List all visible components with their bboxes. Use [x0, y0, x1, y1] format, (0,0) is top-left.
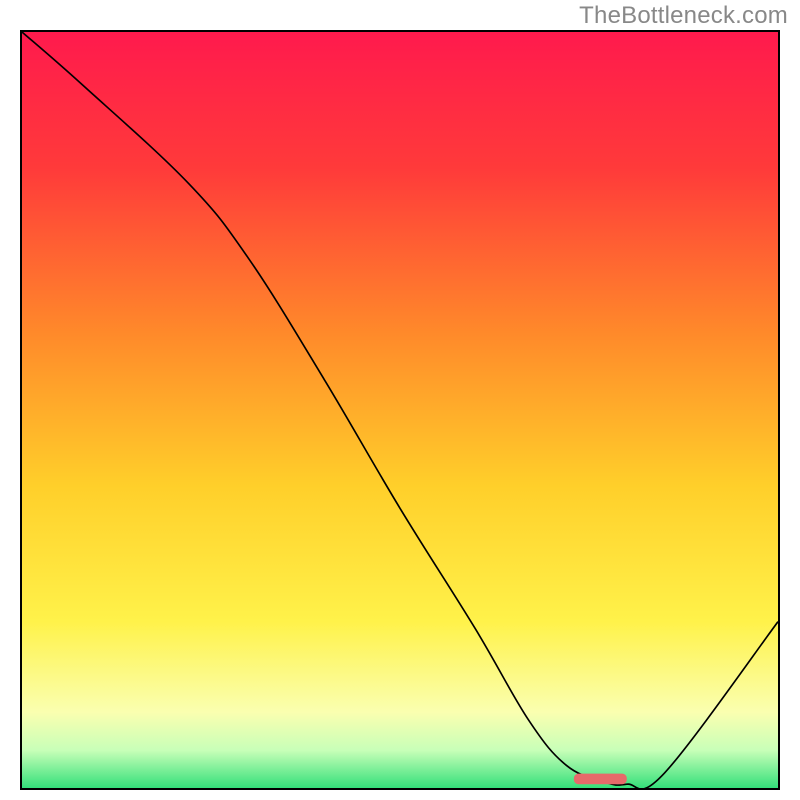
chart-svg	[22, 32, 778, 788]
chart-frame	[20, 30, 780, 790]
optimal-range-marker	[574, 774, 627, 785]
chart-background	[22, 32, 778, 788]
chart-stage: TheBottleneck.com	[0, 0, 800, 800]
watermark-text: TheBottleneck.com	[579, 2, 788, 30]
